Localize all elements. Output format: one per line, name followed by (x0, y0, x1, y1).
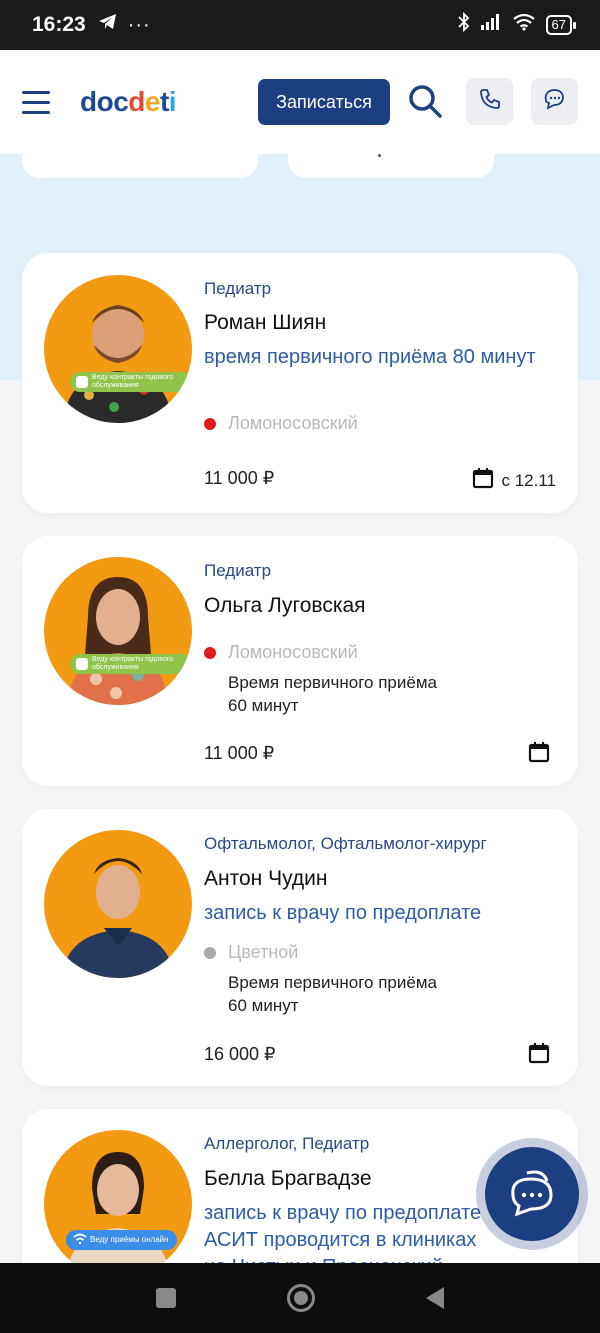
doctor-specialty: Офтальмолог, Офтальмолог-хирург (204, 834, 487, 853)
logo-part: t (159, 86, 169, 117)
logo-part: e (144, 86, 161, 117)
telegram-icon (98, 13, 118, 37)
schedule-date[interactable] (528, 741, 550, 768)
badge-text: Веду контракты годового обслуживания (92, 656, 174, 671)
online-badge: Веду приёмы онлайн (66, 1230, 177, 1250)
metro-dot-icon (204, 646, 216, 659)
duration-line: Время первичного приёма (228, 673, 437, 692)
doctor-specialty: Педиатр (204, 279, 272, 298)
menu-icon[interactable] (22, 90, 50, 114)
chat-icon (542, 87, 568, 116)
schedule-date[interactable] (528, 1042, 550, 1069)
doctor-name[interactable]: Роман Шиян (204, 311, 326, 335)
site-header: docdeti Записаться (0, 50, 600, 154)
doctor-name[interactable]: Антон Чудин (204, 867, 327, 891)
schedule-date[interactable]: с 12.11 (472, 467, 556, 494)
logo-part: d (128, 86, 145, 117)
doctor-photo: Веду приёмы онлайн (44, 1130, 192, 1278)
search-icon[interactable] (408, 84, 444, 125)
doctor-price: 16 000 ₽ (204, 1044, 276, 1064)
doctor-card[interactable]: Офтальмолог, Офтальмолог-хирург Антон Чу… (22, 809, 578, 1086)
contract-badge: Веду контракты годового обслуживания (70, 372, 192, 392)
doctor-card[interactable]: Веду контракты годового обслуживания Пед… (22, 536, 578, 786)
doctor-promo: запись к врачу по предоплате (204, 902, 482, 924)
wifi-icon (512, 13, 536, 37)
badge-text: Веду контракты годового обслуживания (92, 374, 174, 389)
appointment-duration: Время первичного приёма 60 минут (228, 971, 437, 1017)
clinic-location: Ломоносовский (204, 642, 358, 663)
filter-card[interactable] (22, 154, 258, 178)
logo[interactable]: docdeti (80, 86, 177, 118)
doctor-name[interactable]: Белла Брагвадзе (204, 1167, 372, 1191)
doctor-photo: Веду контракты годового обслуживания (44, 557, 192, 705)
phone-icon (478, 87, 502, 116)
bluetooth-icon (457, 11, 470, 38)
doctor-specialty: Педиатр (204, 561, 272, 580)
clinic-name: Ломоносовский (228, 642, 358, 662)
logo-part: doc (80, 86, 129, 117)
battery-icon: 67 (545, 15, 577, 35)
doctor-specialty: Аллерголог, Педиатр (204, 1134, 370, 1153)
status-bar: 16:23 ··· 67 (0, 0, 600, 50)
clinic-location: Цветной (204, 942, 298, 963)
chat-bubbles-icon (505, 1167, 559, 1222)
appointment-duration: Время первичного приёма 60 минут (228, 671, 437, 717)
filter-card[interactable] (288, 154, 494, 178)
doctor-card[interactable]: Веду контракты годового обслуживания Пед… (22, 253, 578, 513)
badge-text: Веду приёмы онлайн (90, 1235, 169, 1244)
back-button[interactable] (426, 1287, 445, 1309)
home-button[interactable] (286, 1284, 315, 1312)
signal-icon (480, 13, 502, 37)
doctor-name[interactable]: Ольга Луговская (204, 594, 366, 618)
status-time: 16:23 (32, 13, 86, 36)
recent-apps-button[interactable] (155, 1288, 176, 1308)
doctor-price: 11 000 ₽ (204, 743, 275, 763)
clinic-name: Цветной (228, 942, 299, 962)
phone-button[interactable] (466, 78, 513, 125)
battery-level: 67 (551, 17, 566, 32)
chat-button[interactable] (531, 78, 578, 125)
wifi-icon (73, 1233, 87, 1245)
calendar-icon (528, 1042, 550, 1069)
doctor-photo (44, 830, 192, 978)
duration-line: 60 минут (228, 696, 299, 715)
clinic-name: Ломоносовский (228, 413, 358, 433)
doctor-price: 11 000 ₽ (204, 468, 275, 488)
contract-badge: Веду контракты годового обслуживания (70, 654, 192, 674)
schedule-date-text: с 12.11 (501, 470, 556, 490)
system-nav-bar (0, 1263, 600, 1333)
metro-dot-icon (204, 417, 216, 430)
doctor-promo: время первичного приёма 80 минут (204, 346, 536, 368)
calendar-icon (472, 467, 494, 494)
duration-line: Время первичного приёма (228, 973, 437, 992)
signup-button[interactable]: Записаться (258, 79, 390, 125)
more-notifications-icon: ··· (127, 13, 151, 36)
logo-part: i (168, 86, 177, 117)
calendar-icon (528, 741, 550, 768)
clinic-location: Ломоносовский (204, 413, 358, 434)
doctor-photo: Веду контракты годового обслуживания (44, 275, 192, 423)
floating-chat-button[interactable] (476, 1138, 588, 1250)
duration-line: 60 минут (228, 996, 299, 1015)
metro-dot-icon (204, 946, 216, 959)
